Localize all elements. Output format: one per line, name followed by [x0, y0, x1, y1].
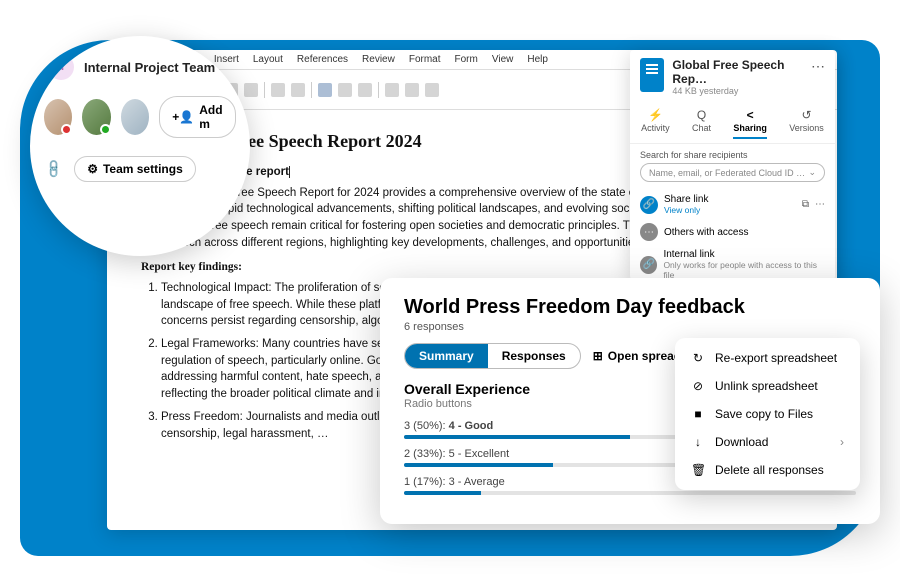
menu-insert[interactable]: Insert — [214, 54, 239, 65]
tab-activity[interactable]: ⚡Activity — [641, 108, 670, 139]
trash-icon: 🗑 — [691, 463, 705, 477]
menu-download[interactable]: ↓Download› — [681, 428, 854, 456]
team-popover: IT Internal Project Team +👤Add m 🔗 ⚙Team… — [30, 36, 250, 256]
list-bullet-icon[interactable] — [385, 83, 399, 97]
more-icon[interactable]: ⋯ — [811, 58, 825, 75]
share-row-sharelink[interactable]: 🔗 Share linkView only ⧉⋯ — [640, 190, 825, 219]
bolt-icon: ⚡ — [641, 108, 670, 122]
gear-icon: ⚙ — [87, 162, 98, 176]
copy-icon[interactable]: ⧉ — [802, 199, 809, 210]
underline-icon[interactable] — [244, 83, 258, 97]
refresh-icon: ↻ — [691, 351, 705, 365]
avatar[interactable] — [44, 99, 72, 135]
spreadsheet-icon: ⊞ — [593, 349, 603, 363]
highlight-icon[interactable] — [291, 83, 305, 97]
font-color-icon[interactable] — [271, 83, 285, 97]
menu-layout[interactable]: Layout — [253, 54, 283, 65]
menu-form[interactable]: Form — [455, 54, 478, 65]
menu-help[interactable]: Help — [527, 54, 548, 65]
status-dot-busy — [61, 124, 72, 135]
chevron-down-icon: ⌄ — [808, 167, 816, 178]
link-icon[interactable]: 🔗 — [43, 158, 66, 181]
tab-chat[interactable]: QChat — [692, 108, 711, 139]
chat-icon: Q — [692, 108, 711, 122]
file-icon — [640, 58, 664, 92]
avatar[interactable] — [121, 99, 149, 135]
tab-summary[interactable]: Summary — [405, 344, 488, 368]
form-actions-menu: ↻Re-export spreadsheet ⊘Unlink spreadshe… — [675, 338, 860, 490]
menu-reexport[interactable]: ↻Re-export spreadsheet — [681, 344, 854, 372]
share-search-label: Search for share recipients — [640, 150, 825, 160]
share-file-title: Global Free Speech Rep… — [672, 58, 803, 86]
team-settings-button[interactable]: ⚙Team settings — [74, 156, 196, 182]
share-row-others[interactable]: ⋯ Others with access — [640, 219, 825, 245]
tab-sharing[interactable]: <Sharing — [733, 108, 767, 139]
form-results-card: World Press Freedom Day feedback 6 respo… — [380, 278, 880, 524]
summary-responses-toggle[interactable]: Summary Responses — [404, 343, 581, 369]
unlink-icon: ⊘ — [691, 379, 705, 393]
share-panel: Global Free Speech Rep… 44 KB yesterday … — [630, 50, 835, 280]
add-member-button[interactable]: +👤Add m — [159, 96, 236, 138]
form-title: World Press Freedom Day feedback — [404, 296, 856, 319]
align-left-icon[interactable] — [318, 83, 332, 97]
indent-icon[interactable] — [425, 83, 439, 97]
menu-format[interactable]: Format — [409, 54, 441, 65]
status-dot-online — [100, 124, 111, 135]
form-response-count: 6 responses — [404, 321, 856, 333]
list-number-icon[interactable] — [405, 83, 419, 97]
avatar[interactable] — [82, 99, 110, 135]
share-search-placeholder: Name, email, or Federated Cloud ID … — [649, 168, 805, 178]
menu-delete[interactable]: 🗑Delete all responses — [681, 456, 854, 484]
row-more-icon[interactable]: ⋯ — [815, 199, 825, 210]
folder-icon: ■ — [691, 407, 705, 421]
link-icon: 🔗 — [640, 196, 658, 214]
people-icon: ⋯ — [640, 223, 658, 241]
share-file-size: 44 KB yesterday — [672, 86, 803, 96]
history-icon: ↺ — [789, 108, 824, 122]
align-right-icon[interactable] — [358, 83, 372, 97]
share-search-input[interactable]: Name, email, or Federated Cloud ID … ⌄ — [640, 163, 825, 182]
link-icon: 🔗 — [640, 256, 657, 274]
share-icon: < — [733, 108, 767, 122]
add-user-icon: +👤 — [172, 110, 194, 124]
tab-versions[interactable]: ↺Versions — [789, 108, 824, 139]
chevron-right-icon: › — [840, 435, 844, 449]
team-title: Internal Project Team — [84, 60, 215, 75]
tab-responses[interactable]: Responses — [488, 344, 580, 368]
menu-review[interactable]: Review — [362, 54, 395, 65]
menu-savecopy[interactable]: ■Save copy to Files — [681, 400, 854, 428]
download-icon: ↓ — [691, 435, 705, 449]
text-cursor — [289, 166, 290, 178]
menu-references[interactable]: References — [297, 54, 348, 65]
menu-view2[interactable]: View — [492, 54, 514, 65]
menu-unlink[interactable]: ⊘Unlink spreadsheet — [681, 372, 854, 400]
align-center-icon[interactable] — [338, 83, 352, 97]
